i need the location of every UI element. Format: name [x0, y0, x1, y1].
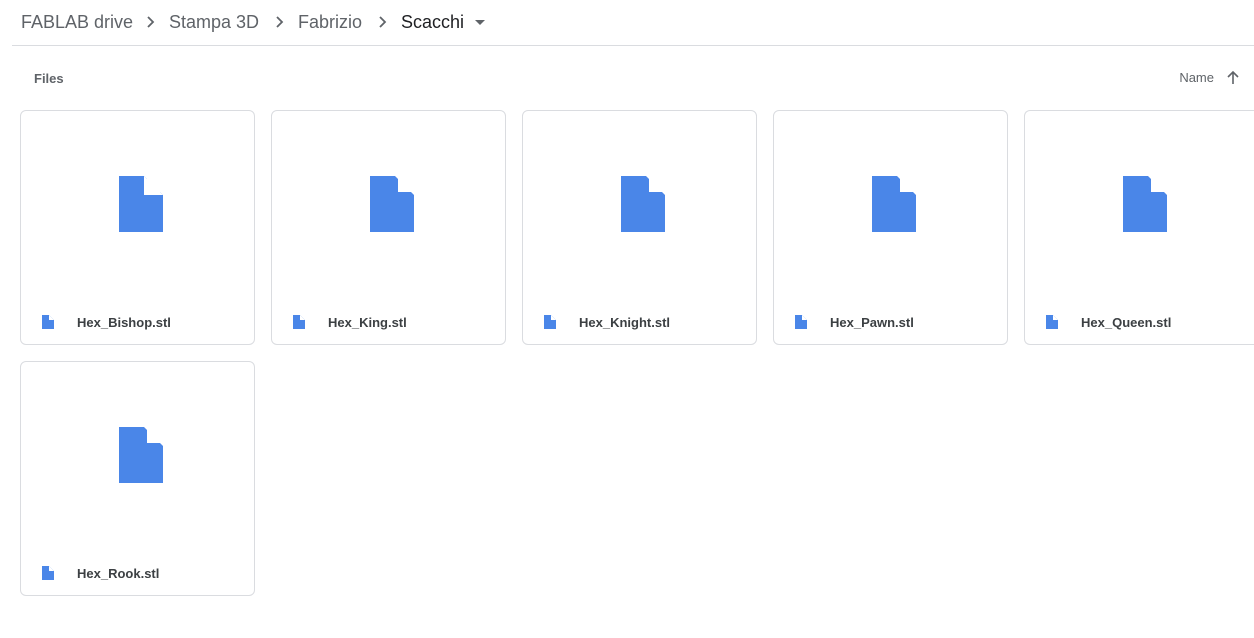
- file-card-hex-rook[interactable]: Hex_Rook.stl: [20, 361, 255, 596]
- caret-down-icon[interactable]: [472, 14, 488, 30]
- breadcrumb-item-scacchi[interactable]: Scacchi: [401, 10, 464, 34]
- file-card-hex-pawn[interactable]: Hex_Pawn.stl: [773, 110, 1008, 345]
- file-name: Hex_Bishop.stl: [77, 315, 171, 330]
- file-icon: [872, 176, 916, 232]
- file-card-hex-queen[interactable]: Hex_Queen.stl: [1024, 110, 1254, 345]
- file-icon: [119, 427, 163, 483]
- chevron-right-icon: [142, 14, 158, 30]
- file-icon: [1046, 315, 1058, 329]
- file-icon: [42, 315, 54, 329]
- file-icon: [42, 566, 54, 580]
- file-card-hex-king[interactable]: Hex_King.stl: [271, 110, 506, 345]
- file-card-hex-knight[interactable]: Hex_Knight.stl: [522, 110, 757, 345]
- section-label-files: Files: [34, 71, 64, 86]
- file-name: Hex_Queen.stl: [1081, 315, 1172, 330]
- file-name: Hex_Pawn.stl: [830, 315, 914, 330]
- file-name: Hex_King.stl: [328, 315, 407, 330]
- breadcrumb-item-stampa-3d[interactable]: Stampa 3D: [169, 10, 259, 34]
- file-icon: [119, 176, 163, 232]
- file-icon: [621, 176, 665, 232]
- breadcrumb-item-fablab-drive[interactable]: FABLAB drive: [21, 10, 133, 34]
- file-icon: [1123, 176, 1167, 232]
- file-name: Hex_Rook.stl: [77, 566, 160, 581]
- file-icon: [370, 176, 414, 232]
- file-icon: [795, 315, 807, 329]
- file-icon: [544, 315, 556, 329]
- chevron-right-icon: [374, 14, 390, 30]
- breadcrumb-item-fabrizio[interactable]: Fabrizio: [298, 10, 362, 34]
- breadcrumb: FABLAB drive Stampa 3D Fabrizio Scacchi: [12, 0, 1254, 46]
- file-card-hex-bishop[interactable]: Hex_Bishop.stl: [20, 110, 255, 345]
- chevron-right-icon: [271, 14, 287, 30]
- sort-by-name-button[interactable]: Name: [1179, 70, 1214, 86]
- file-name: Hex_Knight.stl: [579, 315, 671, 330]
- file-icon: [293, 315, 305, 329]
- arrow-up-icon[interactable]: [1224, 69, 1242, 87]
